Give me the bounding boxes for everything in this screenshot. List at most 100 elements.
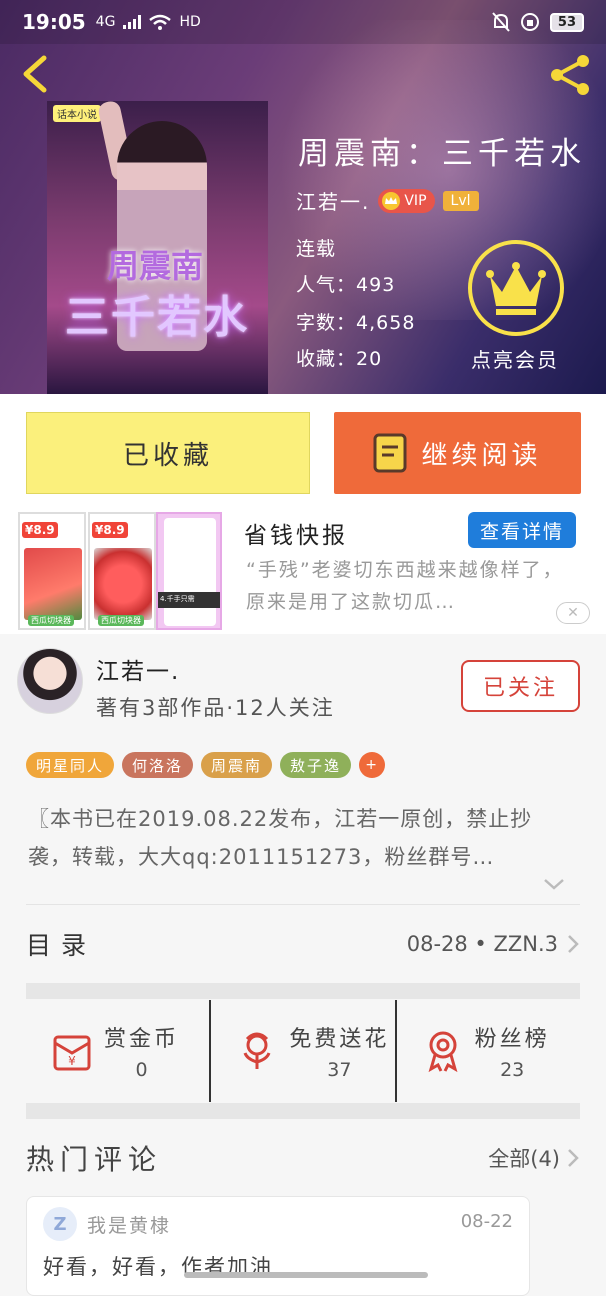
ad-price-1: ¥8.9 xyxy=(22,522,58,538)
continue-reading-button[interactable]: 继续阅读 xyxy=(334,412,581,494)
stat-label: 粉丝榜 xyxy=(474,1027,550,1052)
chevron-right-icon xyxy=(568,1149,579,1167)
book-icon xyxy=(373,433,407,473)
mute-bell-icon xyxy=(492,12,510,32)
section-divider xyxy=(26,1103,580,1119)
tag-more-button[interactable]: + xyxy=(359,752,386,778)
hd-indicator: HD xyxy=(179,14,201,30)
vip-action-label[interactable]: 点亮会员 xyxy=(471,344,559,373)
stat-value: 0 xyxy=(135,1059,148,1081)
tag-item[interactable]: 周震南 xyxy=(201,752,273,778)
toc-label: 目录 xyxy=(26,931,97,960)
book-status: 连载 xyxy=(296,238,337,260)
signal-icon xyxy=(123,15,142,29)
stat-value: 23 xyxy=(500,1059,525,1081)
share-icon[interactable] xyxy=(548,52,594,98)
vip-crown-icon xyxy=(486,262,546,315)
stat-label: 赏金币 xyxy=(104,1027,180,1052)
cover-badge: 话本小说 xyxy=(53,105,101,122)
author-name[interactable]: 江若一. xyxy=(96,652,180,686)
tag-item[interactable]: 敖子逸 xyxy=(280,752,352,778)
popularity-value: 493 xyxy=(356,274,396,296)
signal-icons: 4G HD xyxy=(96,14,201,30)
words-value: 4,658 xyxy=(356,312,416,334)
tag-item[interactable]: 明星同人 xyxy=(26,752,115,778)
wifi-icon xyxy=(149,14,172,30)
flower-icon xyxy=(243,1032,271,1069)
chevron-down-icon[interactable] xyxy=(542,876,566,892)
popularity-row: 人气：493 xyxy=(296,270,395,297)
action-bar: 已收藏 继续阅读 xyxy=(0,394,606,506)
vip-badge: VIP xyxy=(378,188,435,213)
watermelon-image xyxy=(24,548,82,620)
status-time: 19:05 xyxy=(22,10,86,34)
level-badge: Lvl xyxy=(442,190,479,211)
battery-indicator: 53 xyxy=(549,12,584,32)
chevron-right-icon xyxy=(568,935,579,953)
commenter-avatar[interactable]: Z xyxy=(43,1207,77,1241)
ad-title: 省钱快报 xyxy=(244,523,348,549)
fan-ranking-item[interactable]: 粉丝榜 23 xyxy=(394,1000,580,1102)
home-indicator[interactable] xyxy=(184,1272,428,1278)
word-count-row: 字数：4,658 xyxy=(296,308,415,335)
all-comments-link[interactable]: 全部(4) xyxy=(488,1143,560,1173)
crown-icon xyxy=(382,191,401,210)
book-author[interactable]: 江若一. xyxy=(296,186,370,215)
phone-screen xyxy=(164,518,216,626)
book-title: 周震南：三千若水 xyxy=(298,136,586,172)
author-stats: 著有3部作品·12人关注 xyxy=(96,696,335,720)
ad-product-image-2: ¥8.9 西瓜切块器 xyxy=(88,512,156,630)
comment-date: 08-22 xyxy=(460,1211,513,1232)
favorites-value: 20 xyxy=(356,348,383,370)
ad-banner[interactable]: ¥8.9 西瓜切块器 ¥8.9 西瓜切块器 4.千手只需 省钱快报 查看详情 “… xyxy=(0,506,606,634)
reward-coins-item[interactable]: ¥ 赏金币 0 xyxy=(26,1000,209,1102)
back-arrow-icon[interactable] xyxy=(16,52,56,96)
tag-list: 明星同人 何洛洛 周震南 敖子逸 + xyxy=(26,752,386,778)
favorited-button[interactable]: 已收藏 xyxy=(26,412,310,494)
section-divider xyxy=(26,983,580,999)
cover-title-line2: 三千若水 xyxy=(65,292,249,343)
follow-button[interactable]: 已关注 xyxy=(461,660,580,712)
book-intro[interactable]: 〖本书已在2019.08.22发布，江若一原创，禁止抄袭，转载，大大qq:201… xyxy=(28,800,568,876)
status-bar: 19:05 4G HD 53 xyxy=(0,0,606,44)
book-cover[interactable]: 话本小说 周震南 三千若水 xyxy=(47,101,268,394)
book-header: 19:05 4G HD 53 话本小说 周震南 三千若水 周震南：三千若水 江若… xyxy=(0,0,606,394)
ad-pic-label-1: 西瓜切块器 xyxy=(28,615,74,626)
vip-crown-button[interactable] xyxy=(468,240,564,336)
melon-cubes-image xyxy=(94,548,152,620)
ad-price-2: ¥8.9 xyxy=(92,522,128,538)
medal-icon xyxy=(428,1031,458,1073)
comment-card[interactable]: Z 我是黄棣 08-22 好看，好看，作者加油 xyxy=(26,1196,530,1296)
tag-item[interactable]: 何洛洛 xyxy=(122,752,194,778)
ad-details-button[interactable]: 查看详情 xyxy=(468,512,576,548)
favorites-row: 收藏：20 xyxy=(296,344,382,371)
hot-comments-header[interactable]: 热门评论 全部(4) xyxy=(26,1136,580,1180)
hot-comments-title: 热门评论 xyxy=(26,1143,163,1176)
words-label: 字数： xyxy=(296,312,357,334)
vip-label: VIP xyxy=(404,192,427,209)
ad-pic-label-2: 西瓜切块器 xyxy=(98,615,144,626)
status-right: 53 xyxy=(492,12,584,32)
table-of-contents-row[interactable]: 目录 08-28 • ZZN.3 xyxy=(26,905,580,983)
red-envelope-icon: ¥ xyxy=(53,1035,91,1071)
ad-close-button[interactable]: ✕ xyxy=(556,602,590,624)
popularity-label: 人气： xyxy=(296,274,357,296)
ad-description: “手残”老婆切东西越来越像样了，原来是用了这款切瓜… xyxy=(246,559,564,613)
avatar[interactable] xyxy=(17,648,83,714)
free-flowers-item[interactable]: 免费送花 37 xyxy=(209,1000,394,1102)
stat-value: 37 xyxy=(327,1059,352,1081)
toc-latest-chapter: 08-28 • ZZN.3 xyxy=(406,932,558,956)
support-stats: ¥ 赏金币 0 免费送花 37 粉丝榜 23 xyxy=(26,1000,580,1102)
commenter-name: 我是黄棣 xyxy=(87,1215,172,1237)
ad-phone-image: 4.千手只需 xyxy=(156,512,222,630)
favorites-label: 收藏： xyxy=(296,348,357,370)
phone-bar: 4.千手只需 xyxy=(158,592,220,608)
author-card: 江若一. 著有3部作品·12人关注 已关注 xyxy=(0,634,606,738)
svg-text:¥: ¥ xyxy=(68,1054,76,1068)
dnd-icon xyxy=(520,13,539,31)
author-row: 江若一. VIP Lvl xyxy=(296,186,479,215)
stat-label: 免费送花 xyxy=(289,1027,390,1052)
continue-reading-label: 继续阅读 xyxy=(421,440,542,471)
ad-product-image-1: ¥8.9 西瓜切块器 xyxy=(18,512,86,630)
network-type: 4G xyxy=(95,14,116,30)
